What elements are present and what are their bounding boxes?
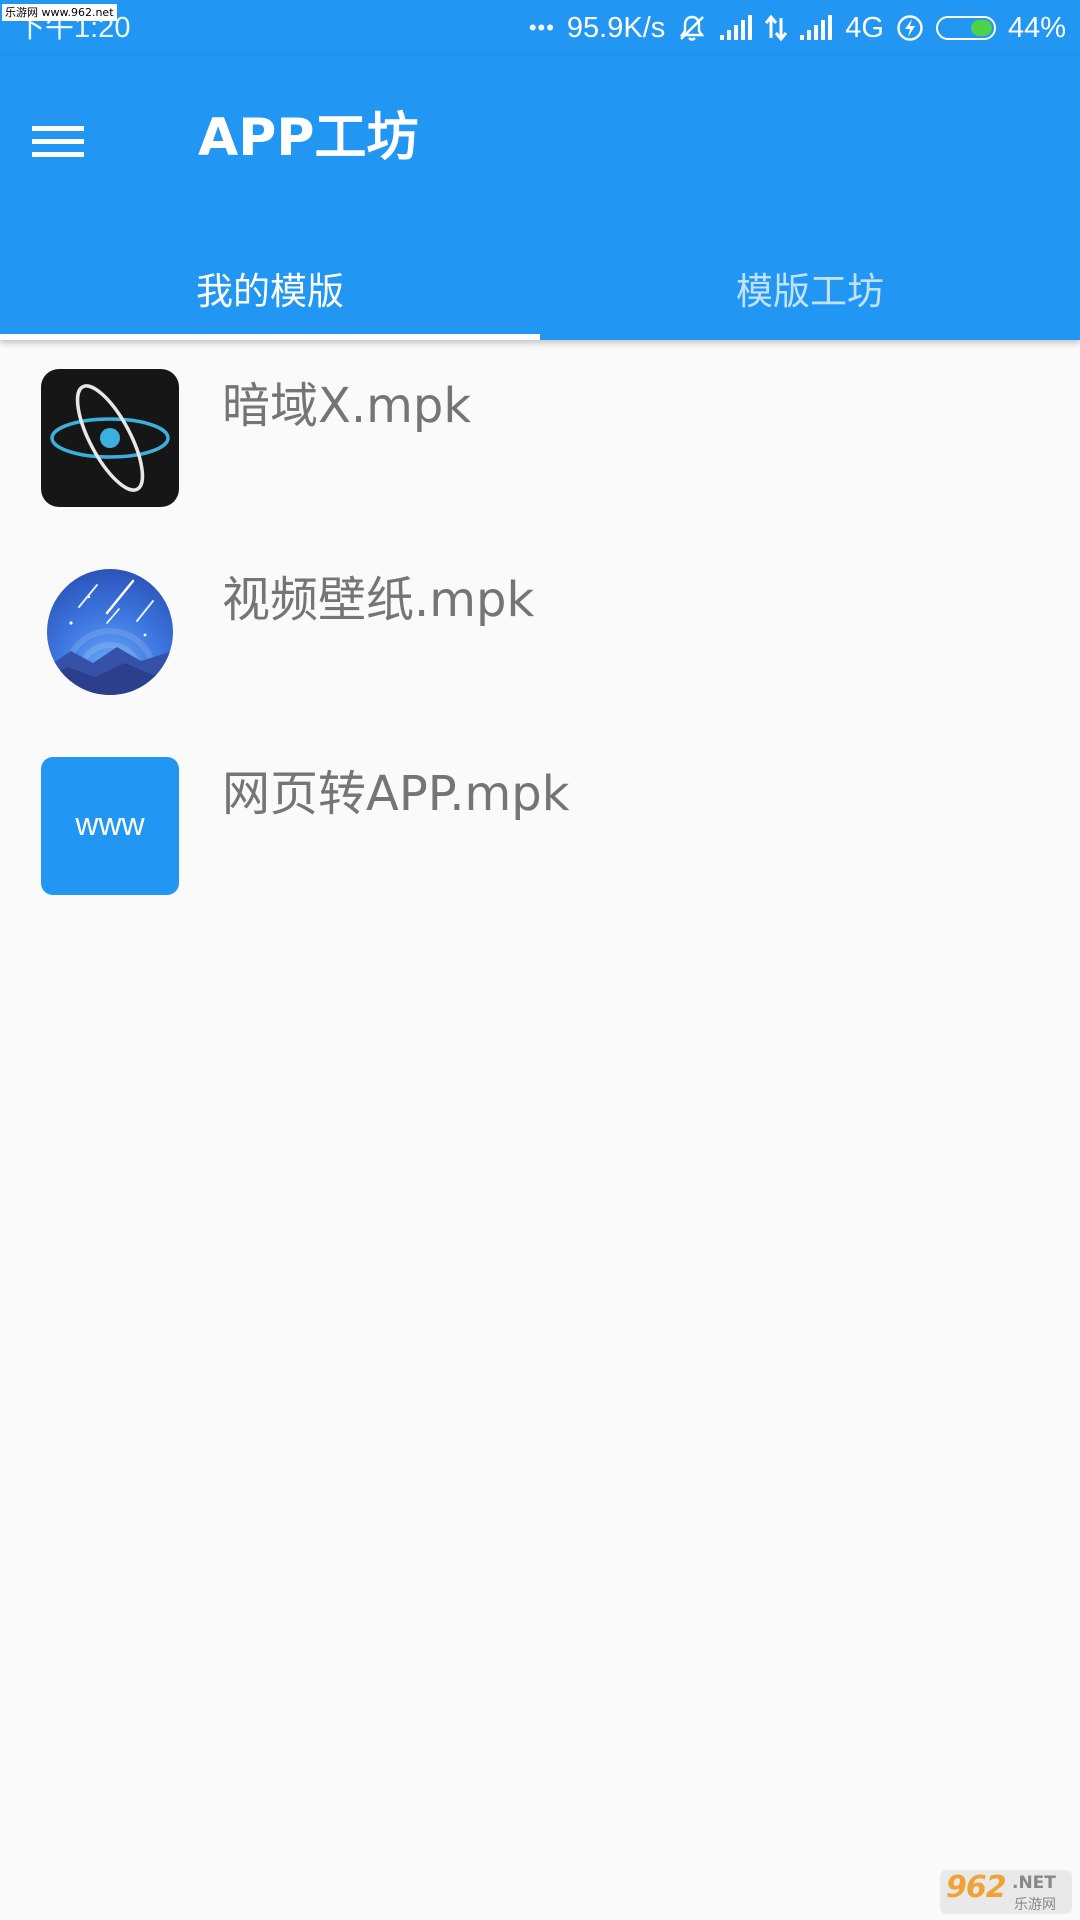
tab-template-workshop[interactable]: 模版工坊 bbox=[540, 236, 1080, 340]
status-icons: ••• 95.9K/s 4G 44% bbox=[529, 10, 1066, 46]
battery-icon bbox=[935, 16, 996, 40]
template-list: 暗域X.mpk 视频壁纸.mpk www 网页转APP.mpk bbox=[0, 340, 1080, 922]
watermark-net: .NET bbox=[1012, 1873, 1056, 1893]
list-item[interactable]: 视频壁纸.mpk bbox=[0, 534, 1080, 728]
hamburger-menu-icon[interactable] bbox=[28, 106, 128, 170]
orbit-atom-icon bbox=[41, 369, 179, 507]
signal-icon bbox=[719, 15, 753, 41]
list-item[interactable]: 暗域X.mpk bbox=[0, 340, 1080, 534]
battery-level-fill bbox=[971, 20, 992, 36]
app-bar: APP工坊 我的模版 模版工坊 bbox=[0, 56, 1080, 340]
www-icon-text: www bbox=[74, 806, 145, 842]
battery-percent: 44% bbox=[1007, 11, 1066, 44]
watermark-bottom-right: 962 .NET 乐游网 bbox=[940, 1870, 1072, 1914]
net-speed: 95.9K/s bbox=[566, 11, 666, 44]
status-bar: 下午1:20 乐游网 www.962.net ••• 95.9K/s 4G 44… bbox=[0, 0, 1080, 56]
meteor-night-sky-icon bbox=[41, 563, 179, 701]
watermark-top-left: 乐游网 www.962.net bbox=[2, 4, 117, 21]
app-title: APP工坊 bbox=[198, 108, 419, 168]
tab-my-templates[interactable]: 我的模版 bbox=[0, 236, 540, 340]
data-arrows-icon bbox=[765, 14, 788, 42]
more-dots-icon: ••• bbox=[528, 15, 555, 40]
tab-bar: 我的模版 模版工坊 bbox=[0, 236, 1080, 340]
mute-bell-icon bbox=[677, 13, 707, 43]
www-icon: www bbox=[41, 757, 179, 895]
network-type: 4G bbox=[845, 11, 884, 44]
template-name: 暗域X.mpk bbox=[222, 378, 472, 434]
signal-icon bbox=[799, 15, 833, 41]
charging-icon bbox=[896, 14, 924, 42]
list-item[interactable]: www 网页转APP.mpk bbox=[0, 728, 1080, 922]
template-name: 视频壁纸.mpk bbox=[222, 572, 535, 628]
watermark-sub: 乐游网 bbox=[1014, 1897, 1056, 1913]
watermark-logo: 962 bbox=[946, 1870, 1007, 1905]
template-name: 网页转APP.mpk bbox=[222, 766, 570, 822]
